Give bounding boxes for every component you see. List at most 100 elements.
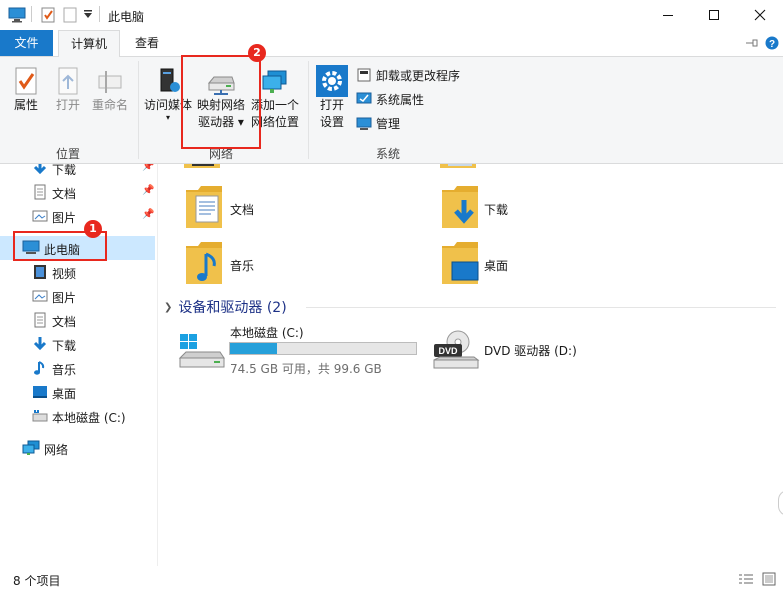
minimize-icon (663, 15, 673, 16)
music-note-icon (32, 360, 48, 376)
svg-text:?: ? (769, 39, 775, 50)
pin-icon[interactable]: 📌 (142, 164, 154, 172)
ribbon-tabs: 文件 计算机 查看 ? (0, 30, 783, 58)
nav-item-documents[interactable]: 文档 (0, 308, 155, 332)
nav-item-label: 本地磁盘 (C:) (52, 411, 126, 425)
item-count: 8 个项目 (13, 574, 61, 588)
system-properties-icon (356, 92, 372, 104)
scroll-handle[interactable] (778, 490, 783, 516)
devices-section-header[interactable]: ❯ 设备和驱动器 (2) (164, 297, 287, 317)
title-bar: 此电脑 (0, 0, 783, 30)
download-arrow-icon (32, 336, 48, 352)
folder-label: 文档 (230, 203, 255, 217)
drive-c[interactable] (178, 334, 226, 370)
folder-music[interactable] (184, 240, 226, 288)
nav-item-desktop[interactable]: 桌面 (0, 380, 155, 404)
partial-folder-icon (440, 164, 480, 172)
close-icon (754, 9, 766, 21)
nav-item-label: 文档 (52, 315, 77, 329)
document-icon (32, 312, 48, 328)
title-divider (31, 6, 32, 22)
uninstall-program-button[interactable]: 卸载或更改程序 (356, 65, 460, 85)
pin-icon[interactable]: 📌 (142, 185, 154, 196)
system-group-label: 系统 (376, 147, 401, 161)
desktop-folder-icon (442, 242, 479, 284)
nav-item-downloads[interactable]: 下载 (0, 332, 155, 356)
windows-drive-icon (178, 334, 225, 368)
properties-label: 属性 (13, 98, 38, 112)
pin-ribbon-icon[interactable] (745, 37, 759, 49)
minimize-button[interactable] (645, 0, 691, 30)
nav-item-documents-quick[interactable]: 文档 📌 (0, 180, 155, 204)
ribbon-separator (138, 61, 139, 159)
nav-item-network[interactable]: 网络 (0, 436, 155, 460)
drive-c-usage-fill (230, 343, 277, 354)
maximize-button[interactable] (691, 0, 737, 30)
close-button[interactable] (737, 0, 783, 30)
chevron-down-icon: ❯ (164, 301, 173, 313)
help-icon[interactable]: ? (765, 36, 779, 50)
pin-icon[interactable]: 📌 (142, 209, 154, 220)
manage-button[interactable]: 管理 (356, 113, 400, 133)
uninstall-icon (357, 68, 371, 82)
new-folder-icon[interactable] (62, 7, 78, 23)
drive-c-space: 74.5 GB 可用，共 99.6 GB (230, 362, 382, 376)
system-properties-label: 系统属性 (376, 92, 425, 107)
tab-computer[interactable]: 计算机 (58, 30, 120, 58)
uninstall-label: 卸载或更改程序 (376, 68, 461, 83)
folder-desktop[interactable] (440, 240, 482, 288)
drive-dvd[interactable]: DVD (432, 330, 482, 370)
video-icon (32, 264, 48, 280)
picture-icon (32, 208, 48, 224)
devices-header-label: 设备和驱动器 (2) (178, 300, 287, 316)
properties-checkmark-icon (15, 67, 37, 95)
folder-documents[interactable] (184, 184, 226, 232)
drive-dvd-name: DVD 驱动器 (D:) (484, 344, 577, 358)
nav-item-local-disk-c[interactable]: 本地磁盘 (C:) (0, 404, 155, 428)
content-pane: 文档 下载 音乐 桌面 ❯ 设备和驱动器 (2) 本地磁盘 (C:) 74.5 … (158, 164, 783, 566)
open-button[interactable]: 打开 (50, 67, 86, 114)
properties-checkmark-icon[interactable] (40, 7, 56, 23)
nav-item-label: 桌面 (52, 387, 77, 401)
drive-c-usage-bar (229, 342, 417, 355)
tab-view[interactable]: 查看 (124, 30, 170, 56)
open-settings-label-line2: 设置 (319, 115, 344, 129)
navigation-pane: 下载 📌 文档 📌 图片 📌 此电脑 视频 图片 文档 下载 音乐 桌面 本地磁… (0, 164, 158, 566)
nav-item-pictures-quick[interactable]: 图片 📌 (0, 204, 155, 228)
drive-c-name: 本地磁盘 (C:) (230, 326, 304, 340)
window-title: 此电脑 (108, 10, 145, 24)
folder-label: 下载 (484, 203, 509, 217)
manage-label: 管理 (376, 116, 401, 131)
system-properties-button[interactable]: 系统属性 (356, 89, 424, 109)
nav-item-downloads-quick[interactable]: 下载 📌 (0, 164, 155, 180)
picture-icon (32, 288, 48, 304)
large-icons-view-icon[interactable] (762, 572, 776, 586)
nav-item-label: 音乐 (52, 363, 77, 377)
title-divider (99, 6, 100, 22)
rename-icon (98, 71, 122, 93)
nav-item-label: 下载 (52, 164, 77, 177)
rename-button[interactable]: 重命名 (88, 67, 132, 114)
ribbon: 属性 打开 重命名 位置 访问媒体 ▾ 映射网络 驱动器 ▾ 添加一个 网络位置… (0, 57, 783, 164)
computer-icon[interactable] (8, 7, 26, 23)
location-group-label: 位置 (56, 147, 81, 161)
svg-text:DVD: DVD (438, 346, 458, 356)
dvd-drive-icon: DVD (433, 330, 480, 369)
nav-item-music[interactable]: 音乐 (0, 356, 155, 380)
folder-downloads[interactable] (440, 184, 482, 232)
open-file-icon (58, 67, 78, 95)
rename-label: 重命名 (91, 98, 128, 112)
nav-item-label: 下载 (52, 339, 77, 353)
nav-item-label: 网络 (44, 443, 69, 457)
add-network-location-icon (262, 70, 287, 93)
customize-toolbar-dropdown-icon[interactable] (83, 9, 93, 19)
tab-file[interactable]: 文件 (0, 30, 53, 56)
properties-button[interactable]: 属性 (6, 67, 46, 114)
nav-item-label: 文档 (52, 187, 77, 201)
open-settings-button[interactable]: 打开 设置 (314, 65, 350, 131)
media-server-icon (160, 68, 180, 92)
nav-item-pictures[interactable]: 图片 (0, 284, 155, 308)
nav-item-videos[interactable]: 视频 (0, 260, 155, 284)
details-view-icon[interactable] (738, 573, 754, 585)
downloads-folder-icon (442, 186, 478, 228)
